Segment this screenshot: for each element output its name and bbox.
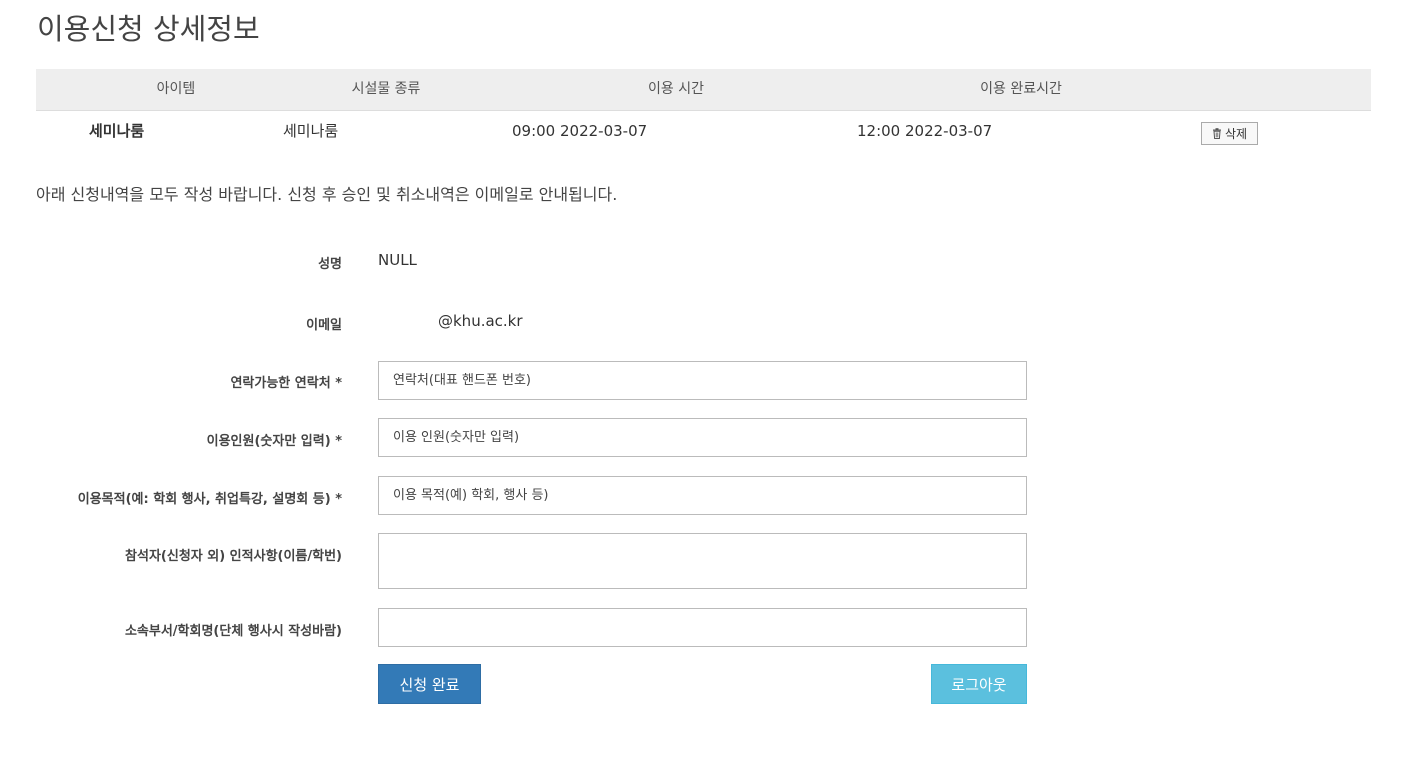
row-facility: 세미나룸	[283, 122, 339, 140]
table-header: 아이템 시설물 종류 이용 시간 이용 완료시간	[36, 69, 1371, 111]
submit-button[interactable]: 신청 완료	[378, 664, 481, 704]
contact-input[interactable]	[378, 361, 1027, 400]
delete-button[interactable]: 삭제	[1201, 122, 1258, 145]
name-label: 성명	[318, 257, 342, 272]
people-count-label: 이용인원(숫자만 입력) *	[206, 434, 342, 449]
page-title: 이용신청 상세정보	[37, 12, 260, 46]
row-end-time: 12:00 2022-03-07	[857, 122, 993, 140]
table-row: 세미나룸 세미나룸 09:00 2022-03-07 12:00 2022-03…	[36, 111, 1371, 153]
name-value: NULL	[378, 251, 417, 269]
row-start-time: 09:00 2022-03-07	[512, 122, 648, 140]
email-value: @khu.ac.kr	[438, 312, 523, 330]
purpose-input[interactable]	[378, 476, 1027, 515]
trash-icon	[1212, 128, 1221, 139]
delete-button-label: 삭제	[1224, 127, 1248, 141]
purpose-label: 이용목적(예: 학회 행사, 취업특강, 설명회 등) *	[77, 492, 342, 507]
column-header-item: 아이템	[156, 81, 196, 97]
notice-text: 아래 신청내역을 모두 작성 바랍니다. 신청 후 승인 및 취소내역은 이메일…	[36, 185, 618, 204]
attendees-label: 참석자(신청자 외) 인적사항(이름/학번)	[125, 549, 342, 564]
column-header-start-time: 이용 시간	[648, 81, 704, 97]
attendees-textarea[interactable]	[378, 533, 1027, 589]
logout-button[interactable]: 로그아웃	[931, 664, 1027, 704]
row-item: 세미나룸	[89, 122, 145, 140]
department-input[interactable]	[378, 608, 1027, 647]
people-count-input[interactable]	[378, 418, 1027, 457]
contact-label: 연락가능한 연락처 *	[230, 376, 342, 391]
column-header-facility: 시설물 종류	[351, 81, 421, 97]
column-header-end-time: 이용 완료시간	[980, 81, 1062, 97]
email-label: 이메일	[306, 318, 342, 333]
department-label: 소속부서/학회명(단체 행사시 작성바람)	[124, 624, 342, 639]
